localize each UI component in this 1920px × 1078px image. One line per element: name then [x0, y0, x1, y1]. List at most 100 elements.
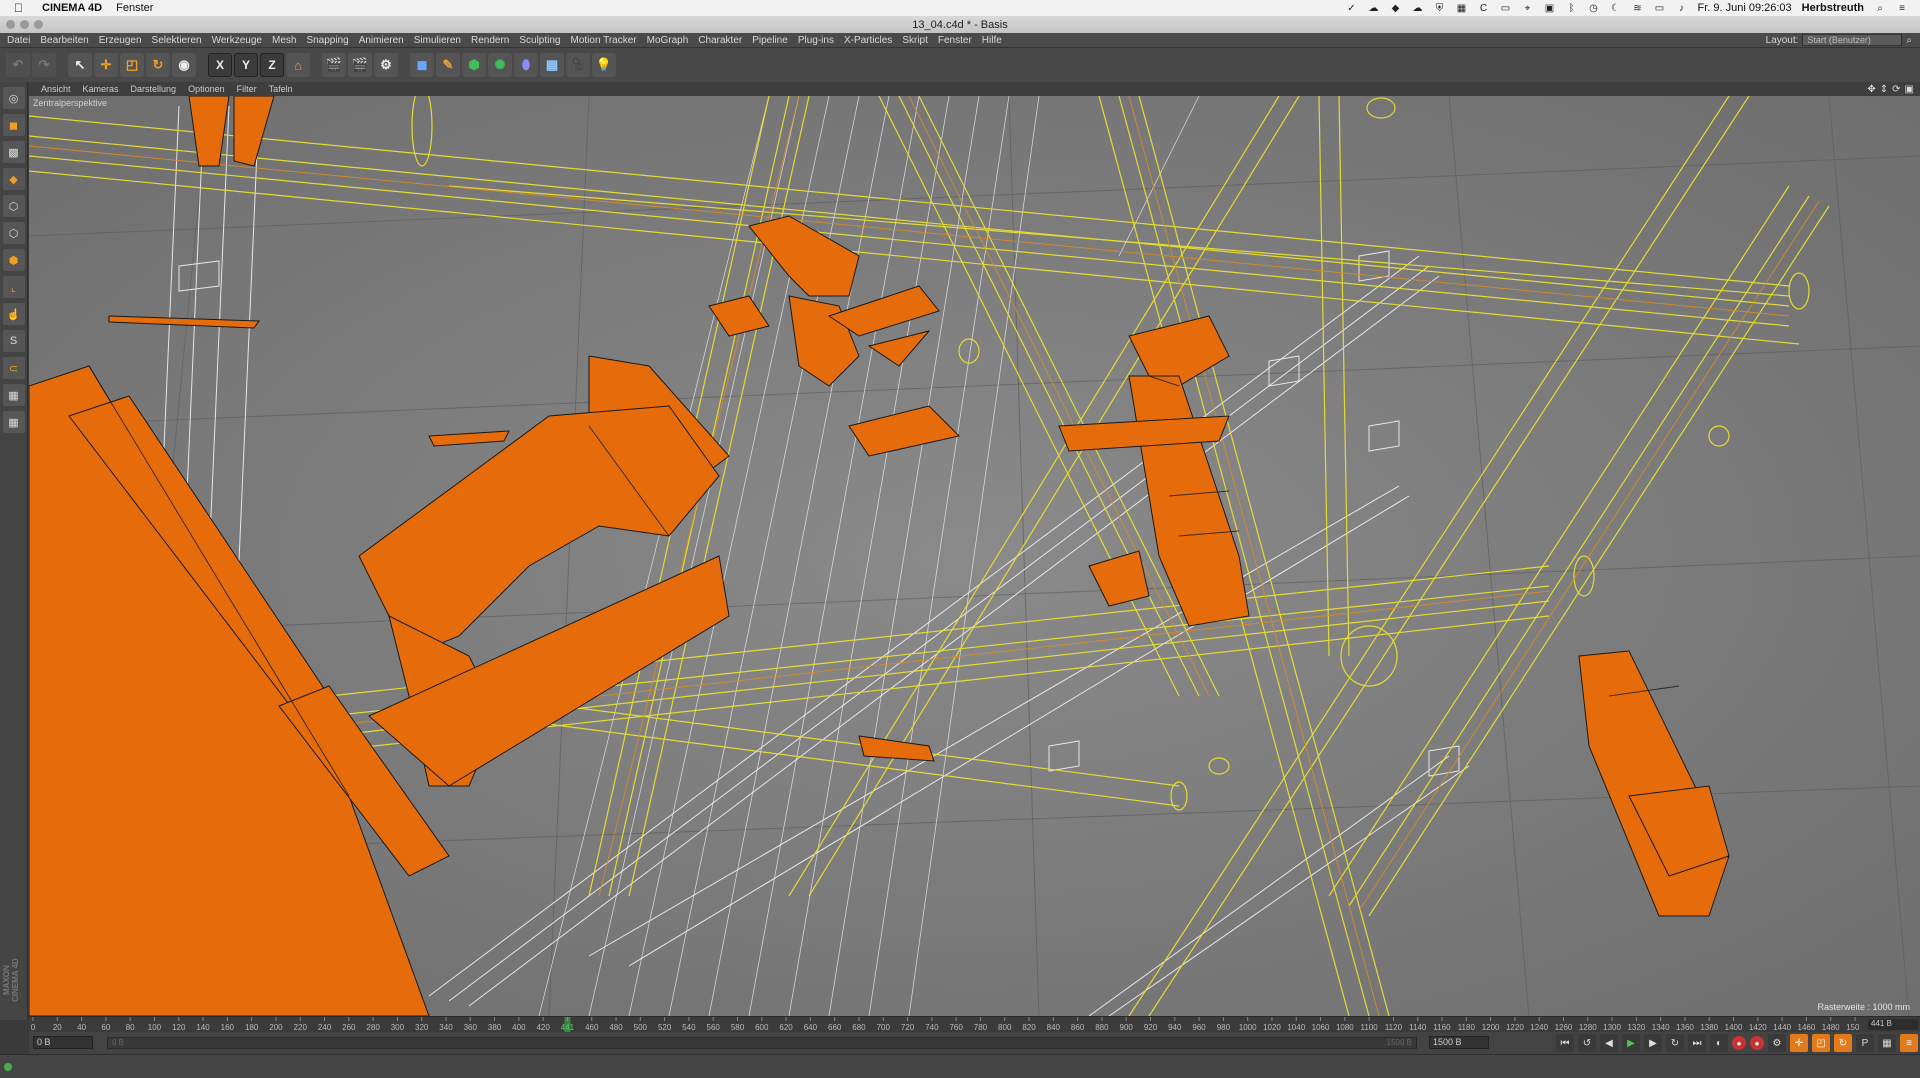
- pan-icon[interactable]: ✥: [1867, 84, 1875, 95]
- solo-icon[interactable]: S: [2, 330, 25, 352]
- viewport-menu-filter[interactable]: Filter: [237, 84, 257, 94]
- macos-menu-fenster[interactable]: Fenster: [116, 2, 153, 14]
- menu-werkzeuge[interactable]: Werkzeuge: [212, 35, 262, 46]
- points-mode-icon[interactable]: ⬡: [2, 195, 25, 217]
- menu-x-particles[interactable]: X-Particles: [844, 35, 892, 46]
- search-icon[interactable]: ⌕: [1874, 3, 1886, 14]
- axis-mode-icon[interactable]: ⌞: [2, 276, 25, 298]
- menu-plug-ins[interactable]: Plug-ins: [798, 35, 834, 46]
- pen-spline-icon[interactable]: ✎: [436, 53, 460, 77]
- texture-mode-icon[interactable]: ▩: [2, 141, 25, 163]
- timeline-playhead[interactable]: [564, 1017, 571, 1033]
- timeline-menu-icon[interactable]: ≡: [1900, 1034, 1918, 1052]
- tweak-mode-icon[interactable]: ☝: [2, 303, 25, 325]
- axis-y-button[interactable]: Y: [234, 53, 258, 77]
- check-icon[interactable]: ✓: [1345, 3, 1357, 14]
- menu-mograph[interactable]: MoGraph: [647, 35, 689, 46]
- timeline-ruler[interactable]: 0 20 40 60 80 100 120 140 160 180 200 220 240 260 280 3…: [29, 1016, 1920, 1033]
- pla-key-icon[interactable]: ▦: [1878, 1034, 1896, 1052]
- viewport-menu-darstellung[interactable]: Darstellung: [131, 84, 177, 94]
- viewport-menu-kameras[interactable]: Kameras: [83, 84, 119, 94]
- dropbox-icon[interactable]: ◆: [1389, 3, 1401, 14]
- undo-button[interactable]: ↶: [6, 53, 30, 77]
- record-icon[interactable]: ●: [1732, 1036, 1746, 1050]
- menu-erzeugen[interactable]: Erzeugen: [99, 35, 142, 46]
- compass-icon[interactable]: ⌖: [1521, 3, 1533, 14]
- menu-fenster[interactable]: Fenster: [938, 35, 972, 46]
- shield-icon[interactable]: ⛨: [1433, 3, 1445, 14]
- light-icon[interactable]: 💡: [592, 53, 616, 77]
- menu-list-icon[interactable]: ≡: [1896, 3, 1908, 14]
- render-view-icon[interactable]: 🎬: [322, 53, 346, 77]
- orbit-icon[interactable]: ⟳: [1892, 84, 1900, 95]
- creative-cloud-icon[interactable]: ☁: [1367, 3, 1379, 14]
- menu-bearbeiten[interactable]: Bearbeiten: [40, 35, 88, 46]
- menu-skript[interactable]: Skript: [902, 35, 928, 46]
- floor-scene-icon[interactable]: ▦: [540, 53, 564, 77]
- select-tool-icon[interactable]: ↖: [68, 53, 92, 77]
- axis-x-button[interactable]: X: [208, 53, 232, 77]
- viewport-menu-ansicht[interactable]: Ansicht: [41, 84, 71, 94]
- layout-select[interactable]: Start (Benutzer): [1802, 34, 1903, 46]
- dolly-icon[interactable]: ⇕: [1880, 84, 1888, 95]
- rotate-tool-icon[interactable]: ↻: [146, 53, 170, 77]
- play-icon[interactable]: ▶: [1622, 1034, 1640, 1052]
- start-frame-field[interactable]: 0 B: [33, 1036, 93, 1049]
- subdivision-icon[interactable]: ⬢: [462, 53, 486, 77]
- render-settings-icon[interactable]: ⚙: [374, 53, 398, 77]
- 3d-viewport[interactable]: Zentralperspektive Rasterweite : 1000 mm: [29, 96, 1920, 1016]
- monitor-icon[interactable]: ▣: [1543, 3, 1555, 14]
- edges-mode-icon[interactable]: ⬡: [2, 222, 25, 244]
- planar-workplane-icon[interactable]: ▦: [2, 411, 25, 433]
- move-tool-icon[interactable]: ✛: [94, 53, 118, 77]
- volume-icon[interactable]: ♪: [1675, 3, 1687, 14]
- next-key-icon[interactable]: ↻: [1666, 1034, 1684, 1052]
- mograph-cloner-icon[interactable]: ✺: [488, 53, 512, 77]
- axis-z-button[interactable]: Z: [260, 53, 284, 77]
- clock-icon[interactable]: ◷: [1587, 3, 1599, 14]
- autokey-icon[interactable]: ●: [1750, 1036, 1764, 1050]
- snapping-icon[interactable]: ⊂: [2, 357, 25, 379]
- go-to-end-icon[interactable]: ⏭: [1688, 1034, 1706, 1052]
- live-select-icon[interactable]: ◉: [172, 53, 196, 77]
- menu-sculpting[interactable]: Sculpting: [519, 35, 560, 46]
- menu-selektieren[interactable]: Selektieren: [152, 35, 202, 46]
- battery-icon[interactable]: ▭: [1653, 3, 1665, 14]
- previous-frame-icon[interactable]: ◀: [1600, 1034, 1618, 1052]
- menu-snapping[interactable]: Snapping: [306, 35, 348, 46]
- apple-icon[interactable]: : [14, 1, 28, 15]
- maximize-view-icon[interactable]: ▣: [1905, 84, 1914, 95]
- menu-charakter[interactable]: Charakter: [698, 35, 742, 46]
- workplane-icon[interactable]: ◆: [2, 168, 25, 190]
- render-picture-viewer-icon[interactable]: 🎬: [348, 53, 372, 77]
- wifi-icon[interactable]: ≋: [1631, 3, 1643, 14]
- redo-button[interactable]: ↷: [32, 53, 56, 77]
- rotation-key-icon[interactable]: ↻: [1834, 1034, 1852, 1052]
- close-window-button[interactable]: [6, 20, 15, 29]
- menu-hilfe[interactable]: Hilfe: [982, 35, 1002, 46]
- viewport-menu-optionen[interactable]: Optionen: [188, 84, 225, 94]
- menu-animieren[interactable]: Animieren: [359, 35, 404, 46]
- go-to-start-icon[interactable]: ⏮: [1556, 1034, 1574, 1052]
- user-name[interactable]: Herbstreuth: [1802, 2, 1864, 14]
- next-frame-icon[interactable]: ▶: [1644, 1034, 1662, 1052]
- scale-tool-icon[interactable]: ◰: [120, 53, 144, 77]
- workplane-lock-icon[interactable]: ▦: [2, 384, 25, 406]
- app-name-menu[interactable]: CINEMA 4D: [42, 2, 102, 14]
- polygons-mode-icon[interactable]: ⬢: [2, 249, 25, 271]
- make-editable-icon[interactable]: ◎: [2, 87, 25, 109]
- keyframe-selection-icon[interactable]: ⚙: [1768, 1034, 1786, 1052]
- menu-motion-tracker[interactable]: Motion Tracker: [570, 35, 636, 46]
- model-mode-icon[interactable]: ◼: [2, 114, 25, 136]
- end-frame-field[interactable]: 1500 B: [1429, 1036, 1489, 1049]
- current-frame-field[interactable]: 441 B: [1868, 1019, 1918, 1030]
- viewport-menu-tafeln[interactable]: Tafeln: [269, 84, 293, 94]
- moon-icon[interactable]: ☾: [1609, 3, 1621, 14]
- menu-rendern[interactable]: Rendern: [471, 35, 509, 46]
- window-icon[interactable]: ▭: [1499, 3, 1511, 14]
- coordinate-system-icon[interactable]: ⌂: [286, 53, 310, 77]
- clock-text[interactable]: Fr. 9. Juni 09:26:03: [1697, 2, 1791, 14]
- minimize-window-button[interactable]: [20, 20, 29, 29]
- scale-key-icon[interactable]: ◰: [1812, 1034, 1830, 1052]
- previous-key-icon[interactable]: ↺: [1578, 1034, 1596, 1052]
